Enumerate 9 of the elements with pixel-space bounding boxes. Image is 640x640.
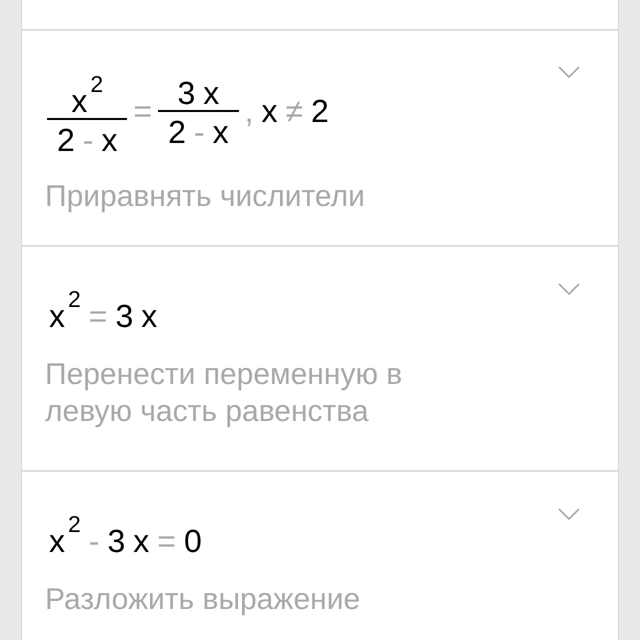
equation: x$^{2}$ = 3 x xyxy=(48,285,158,336)
step-description: Перенести переменную в левую часть равенства xyxy=(45,357,404,430)
chevron-icon[interactable] xyxy=(558,283,580,295)
chevron-icon[interactable] xyxy=(558,66,580,78)
equation: x$^{2}$ - 3 x = 0 xyxy=(48,510,203,561)
equation: x$^{2}$ 2 - x = 3 x 2 - x , x ≠ 2 xyxy=(45,67,333,160)
step-description: Приравнять числители xyxy=(45,179,365,215)
chevron-icon[interactable] xyxy=(558,508,580,520)
step-description: Разложить выражение xyxy=(45,582,360,618)
